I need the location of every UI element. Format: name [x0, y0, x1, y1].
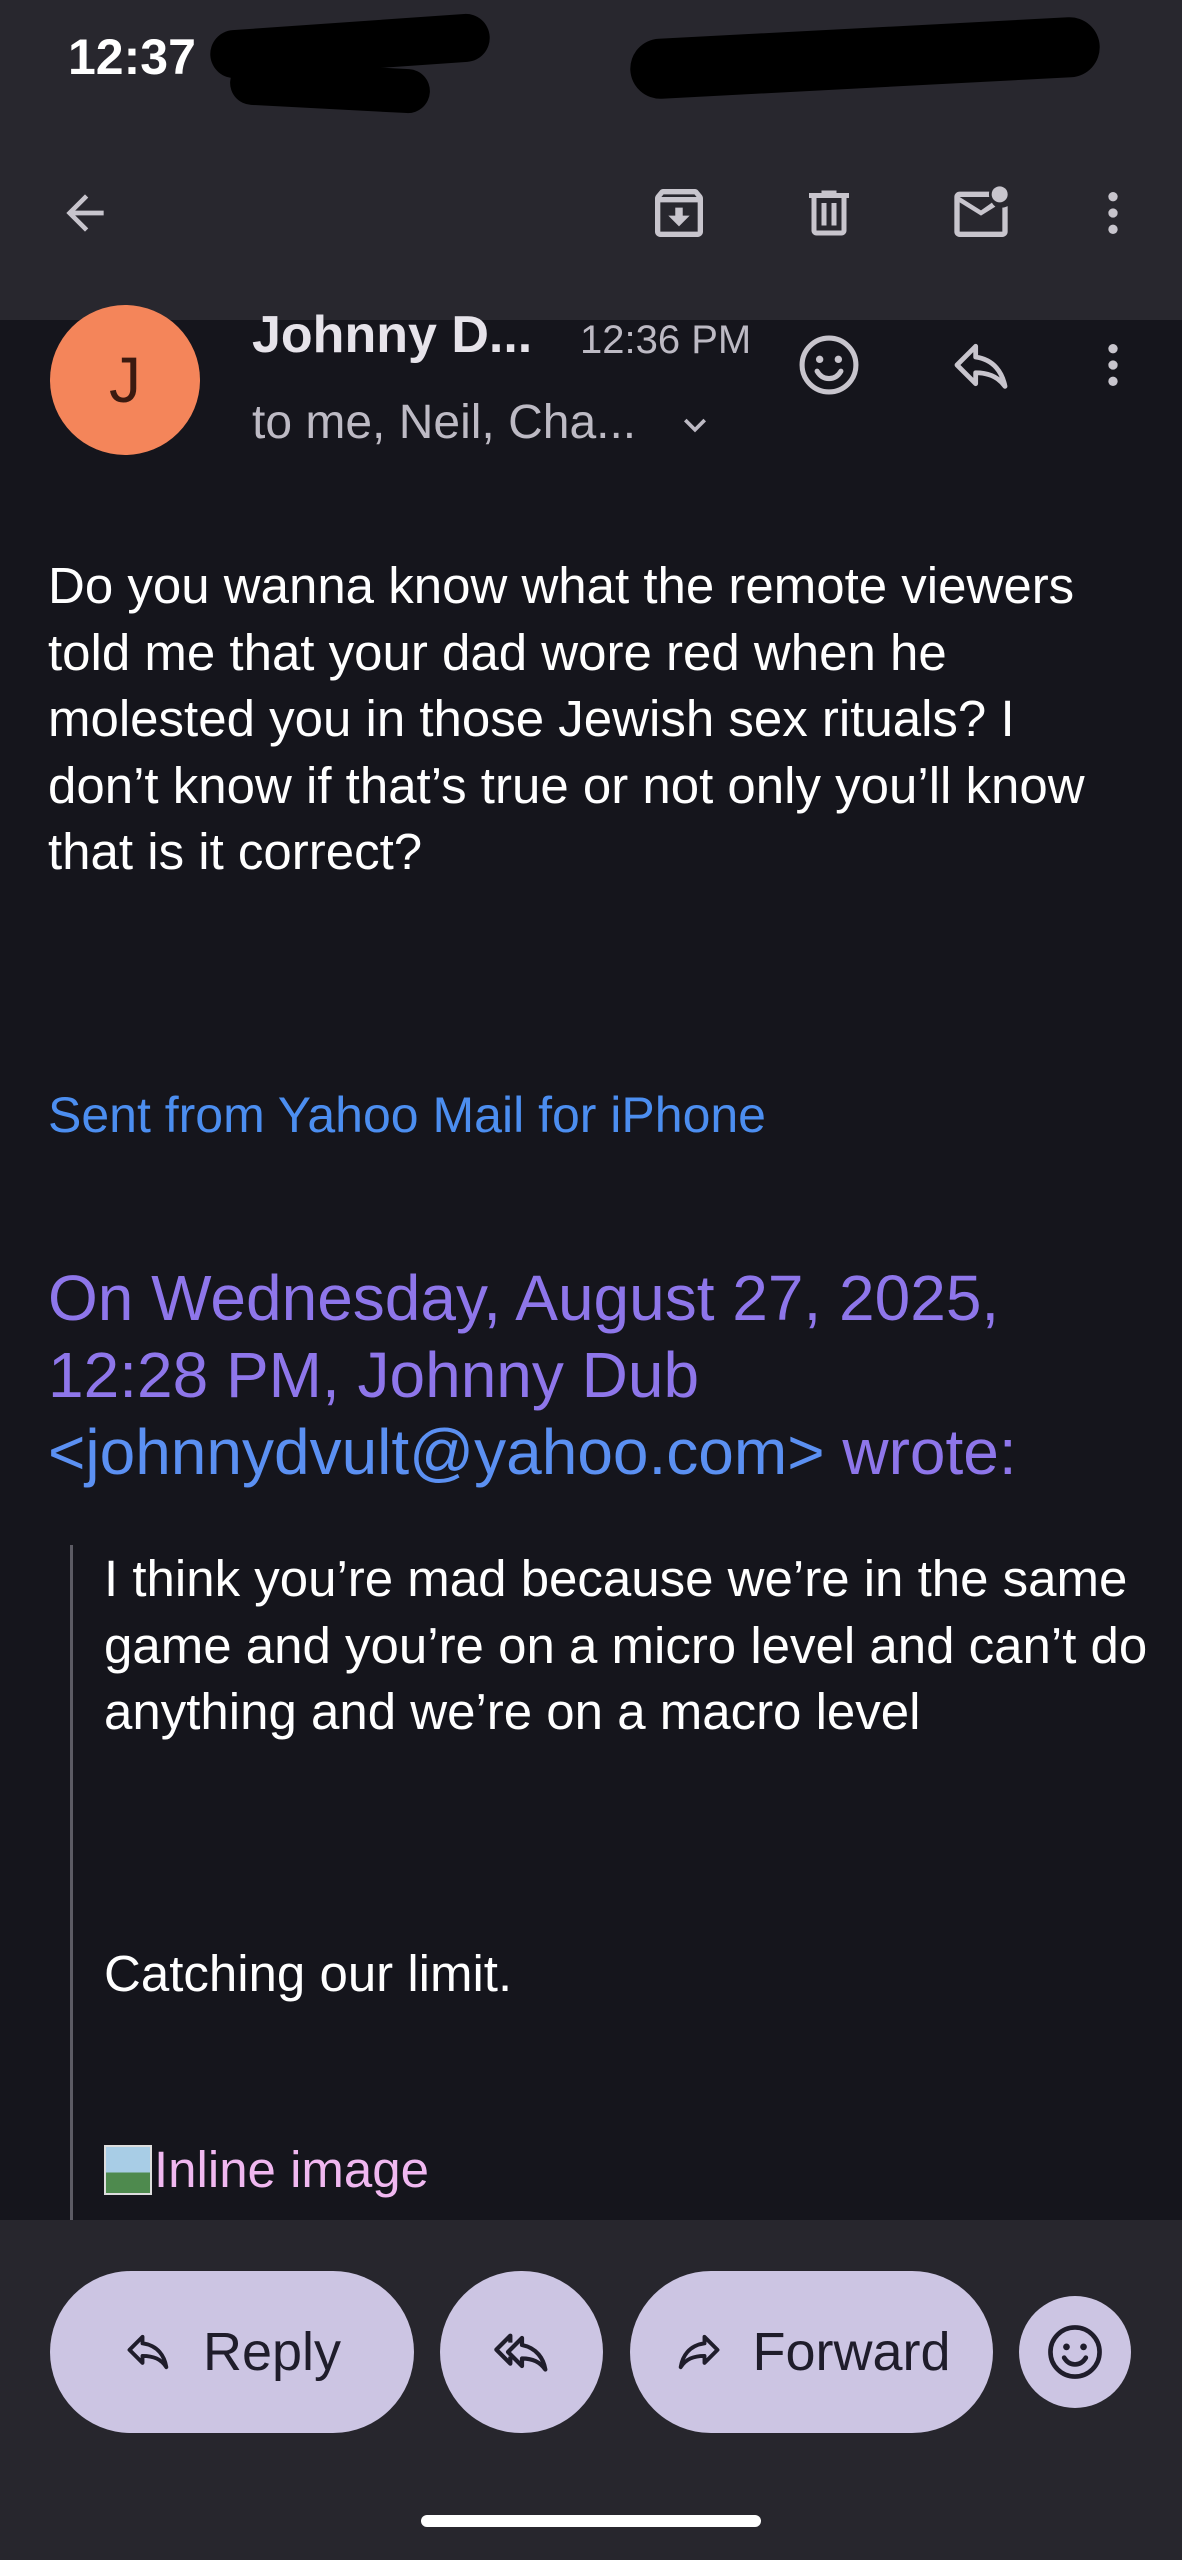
back-button[interactable]: [40, 168, 130, 258]
trash-icon: [809, 190, 849, 236]
forward-button[interactable]: Forward: [630, 2271, 993, 2433]
reply-icon-button[interactable]: [936, 320, 1026, 410]
home-indicator[interactable]: [421, 2515, 761, 2527]
avatar-initial: J: [109, 344, 141, 416]
more-vert-icon: [1108, 192, 1118, 234]
reply-button[interactable]: Reply: [50, 2271, 414, 2433]
smiley-icon: [1048, 2325, 1102, 2379]
emoji-react-button[interactable]: [1019, 2296, 1131, 2408]
message-more-button[interactable]: [1068, 320, 1158, 410]
recipients-toggle[interactable]: to me, Neil, Cha...: [252, 395, 717, 450]
reply-all-button[interactable]: [440, 2271, 603, 2433]
message-body: Do you wanna know what the remote viewer…: [48, 557, 1099, 880]
reply-icon: [127, 2334, 169, 2370]
arrow-left-icon: [66, 194, 104, 232]
reply-all-icon: [493, 2333, 547, 2372]
chevron-down-icon: [684, 419, 707, 433]
gmail-message-view: 12:37 J Johnny D... 12:36 PM to me, Neil…: [0, 0, 1182, 2560]
quote-email-link[interactable]: <johnnydvult@yahoo.com>: [48, 1416, 825, 1488]
yahoo-signature-link[interactable]: Sent from Yahoo Mail for iPhone: [48, 1086, 766, 1144]
broken-image-icon: [104, 2144, 152, 2195]
more-options-button[interactable]: [1068, 168, 1158, 258]
sender-name[interactable]: Johnny D...: [252, 305, 532, 365]
quoted-body-line: Catching our limit.: [104, 1945, 513, 2002]
quote-header-suffix: wrote:: [842, 1416, 1017, 1488]
message-toolbar: [0, 125, 1182, 320]
smiley-icon: [799, 335, 859, 395]
forward-label: Forward: [752, 2322, 951, 2382]
archive-icon: [655, 189, 703, 237]
react-emoji-button[interactable]: [784, 320, 874, 410]
inline-image-alt: Inline image: [154, 2141, 429, 2198]
mark-unread-button[interactable]: [936, 168, 1026, 258]
reply-label: Reply: [202, 2322, 342, 2382]
more-vert-icon: [1108, 344, 1118, 386]
redaction-mark: [628, 15, 1102, 101]
recipients-text: to me, Neil, Cha...: [252, 396, 637, 449]
quote-bar: [70, 1545, 73, 2220]
inline-image[interactable]: Inline image: [104, 2140, 429, 2199]
status-time: 12:37: [68, 29, 196, 85]
forward-icon: [679, 2334, 720, 2370]
status-bar: 12:37: [0, 0, 1182, 125]
quote-header: On Wednesday, August 27, 2025, 12:28 PM,…: [48, 1260, 1148, 1491]
sender-avatar[interactable]: J: [50, 305, 200, 455]
delete-button[interactable]: [784, 168, 874, 258]
archive-button[interactable]: [634, 168, 724, 258]
quoted-body: I think you’re mad because we’re in the …: [104, 1550, 1148, 1740]
quote-header-prefix: On Wednesday, August 27, 2025, 12:28 PM,…: [48, 1262, 1000, 1411]
redaction-mark: [228, 59, 432, 115]
reply-icon: [954, 343, 1008, 389]
message-time: 12:36 PM: [580, 318, 752, 362]
mark-unread-icon: [954, 186, 1008, 237]
